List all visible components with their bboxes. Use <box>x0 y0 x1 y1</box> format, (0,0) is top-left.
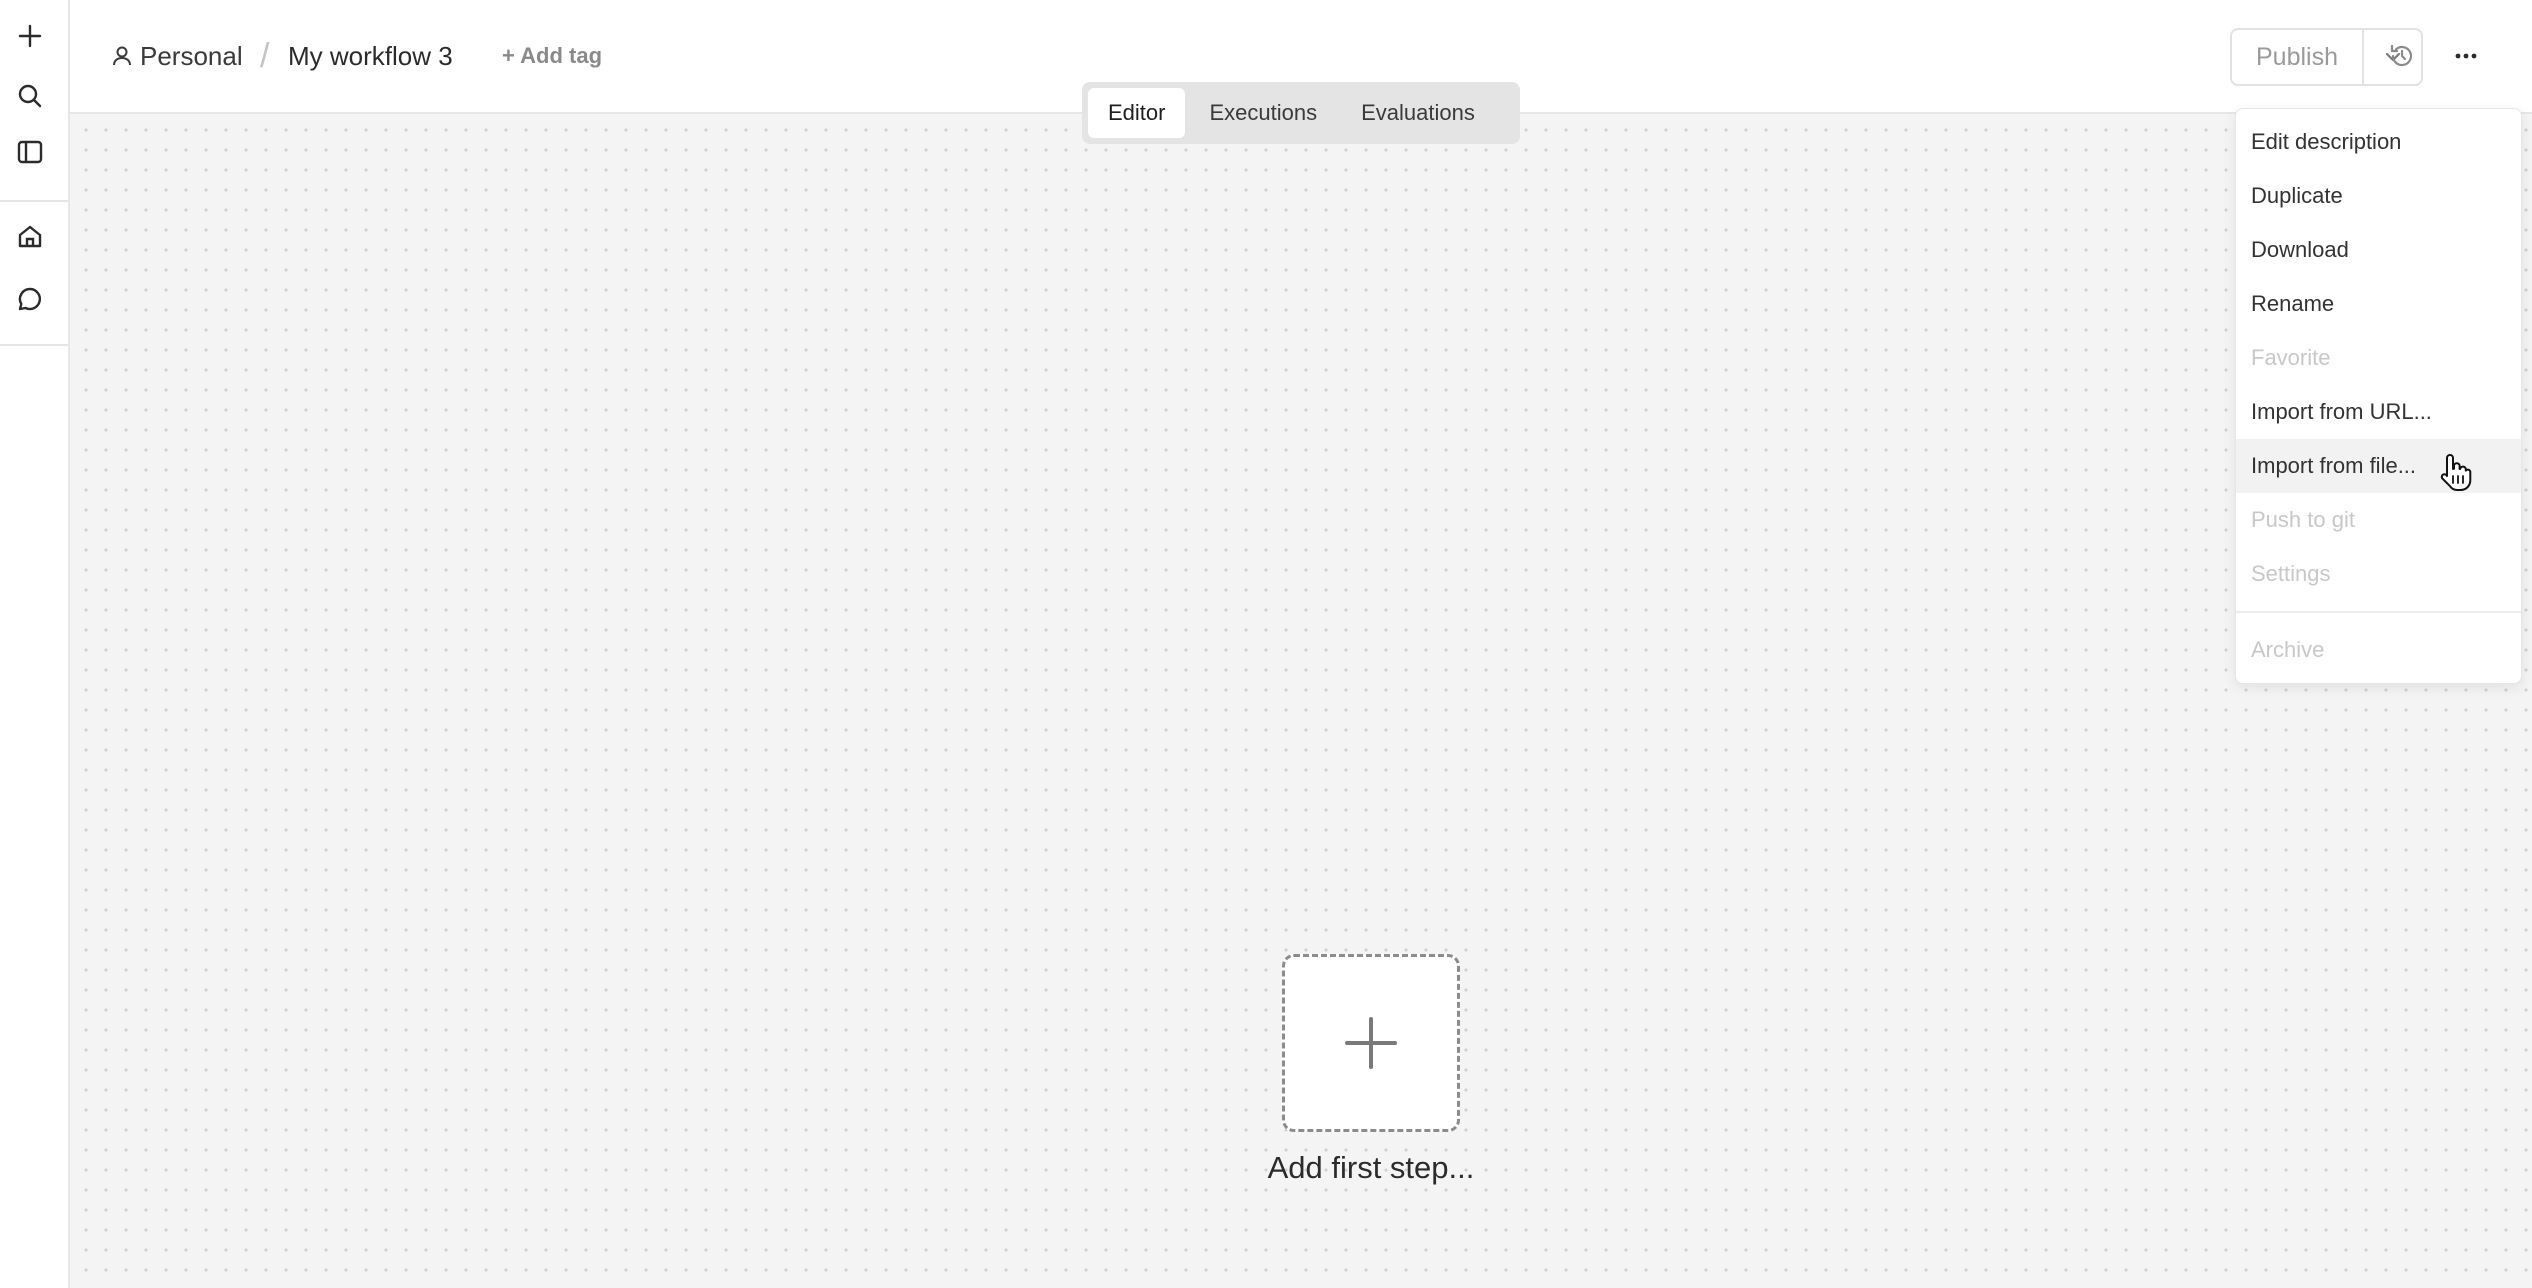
chat-icon[interactable] <box>12 281 48 317</box>
workflow-options-menu: Edit description Duplicate Download Rena… <box>2235 108 2522 684</box>
workflow-canvas[interactable]: Add first step... <box>70 114 2532 1288</box>
menu-item-import-from-file[interactable]: Import from file... <box>2236 439 2521 493</box>
add-first-step-label: Add first step... <box>1267 1150 1475 1185</box>
plus-icon[interactable] <box>12 18 48 54</box>
user-icon <box>113 46 131 66</box>
menu-item-settings: Settings <box>2251 561 2331 586</box>
search-icon[interactable] <box>12 78 48 114</box>
menu-divider <box>2236 611 2521 613</box>
left-rail <box>0 0 70 1288</box>
rail-divider <box>0 344 68 346</box>
sidebar-toggle-icon[interactable] <box>12 134 48 170</box>
menu-item-import-from-url[interactable]: Import from URL... <box>2236 385 2521 439</box>
view-tabs: Editor Executions Evaluations <box>1082 82 1520 144</box>
tab-evaluations[interactable]: Evaluations <box>1341 88 1495 138</box>
plus-icon <box>1345 1017 1397 1069</box>
breadcrumb-separator: / <box>260 36 270 75</box>
rail-divider <box>0 200 68 202</box>
menu-item-download[interactable]: Download <box>2236 223 2521 277</box>
hand-pointer-cursor-icon <box>2440 454 2472 491</box>
tab-executions[interactable]: Executions <box>1189 88 1337 138</box>
tab-editor[interactable]: Editor <box>1088 88 1186 138</box>
publish-button[interactable]: Publish <box>2232 30 2364 84</box>
add-first-step-button[interactable] <box>1282 954 1460 1132</box>
workflow-name[interactable]: My workflow 3 <box>288 38 453 74</box>
menu-item-favorite: Favorite <box>2251 345 2331 370</box>
add-tag-button[interactable]: + Add tag <box>502 38 602 74</box>
project-label: Personal <box>140 40 243 71</box>
menu-item-push-to-git: Push to git <box>2251 507 2355 532</box>
menu-item-rename[interactable]: Rename <box>2236 277 2521 331</box>
history-icon[interactable] <box>2380 34 2424 78</box>
menu-item-archive: Archive <box>2251 637 2325 662</box>
menu-item-edit-description[interactable]: Edit description <box>2236 115 2521 169</box>
menu-item-duplicate[interactable]: Duplicate <box>2236 169 2521 223</box>
more-options-icon[interactable] <box>2444 34 2488 78</box>
home-icon[interactable] <box>12 218 48 254</box>
breadcrumb-project[interactable]: Personal <box>112 38 243 74</box>
